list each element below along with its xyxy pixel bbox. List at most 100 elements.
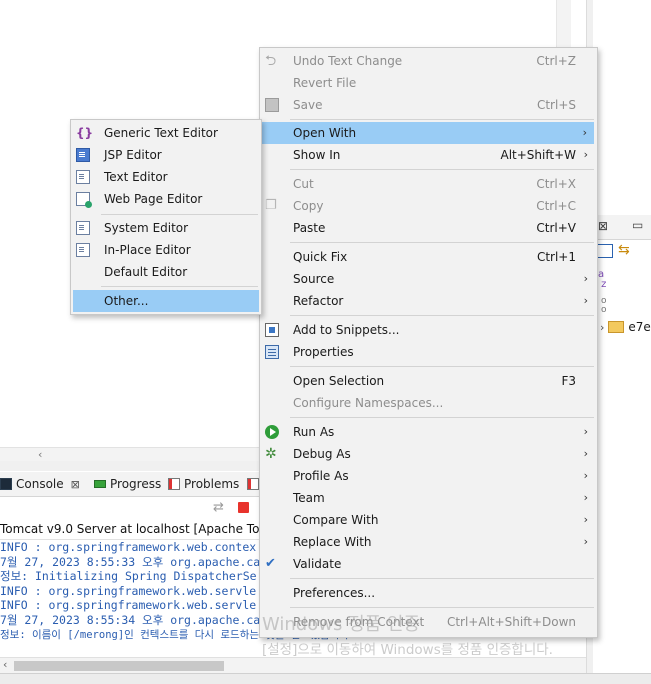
save-icon: [265, 98, 279, 112]
menu-separator: [290, 417, 594, 418]
tree-item[interactable]: › e7e: [600, 320, 651, 334]
checkmark-icon: ✔: [265, 556, 276, 571]
submenu-arrow-icon: ›: [583, 513, 588, 526]
tab-console[interactable]: Console ⊠: [0, 472, 80, 496]
generic-editor-icon: {}: [76, 126, 94, 140]
menu-item-compare-with[interactable]: Compare With ›: [260, 509, 597, 531]
menu-item-configure-namespaces[interactable]: Configure Namespaces...: [260, 392, 597, 414]
submenu-arrow-icon: ›: [583, 491, 588, 504]
undo-icon: ⮌: [265, 53, 277, 69]
menu-separator: [290, 607, 594, 608]
console-line: 7월 27, 2023 8:55:34 오후 org.apache.cat: [0, 612, 268, 627]
submenu-item-system-editor[interactable]: System Editor: [71, 217, 261, 239]
more-views-icon: [247, 478, 259, 490]
menu-item-run-as[interactable]: Run As ›: [260, 421, 597, 443]
menu-separator: [290, 242, 594, 243]
link-icon[interactable]: ⇄: [213, 500, 224, 515]
tab-progress-label: Progress: [110, 477, 162, 491]
chevron-right-icon[interactable]: ›: [600, 321, 604, 334]
menu-item-save[interactable]: Save Ctrl+S: [260, 94, 597, 116]
outline-tab-bar: ⊠ ▭: [592, 215, 651, 240]
minimize-icon[interactable]: ▭: [632, 218, 643, 232]
menu-item-properties[interactable]: Properties: [260, 341, 597, 363]
menu-item-open-with[interactable]: Open With ›: [262, 122, 594, 144]
console-horizontal-scrollbar[interactable]: ‹: [0, 657, 586, 674]
menu-item-open-selection[interactable]: Open Selection F3: [260, 370, 597, 392]
link-with-editor-icon[interactable]: ⇆: [618, 242, 630, 258]
menu-item-refactor[interactable]: Refactor ›: [260, 290, 597, 312]
tab-progress[interactable]: Progress: [94, 472, 161, 496]
menu-item-source[interactable]: Source ›: [260, 268, 597, 290]
tab-more[interactable]: [247, 472, 259, 496]
console-line: INFO : org.springframework.web.contex: [0, 540, 257, 554]
submenu-item-text-editor[interactable]: Text Editor: [71, 166, 261, 188]
jsp-file-icon: [76, 148, 90, 162]
progress-icon: [94, 480, 106, 488]
menu-item-team[interactable]: Team ›: [260, 487, 597, 509]
menu-item-paste[interactable]: Paste Ctrl+V: [260, 217, 597, 239]
copy-icon: ❐: [265, 198, 277, 213]
open-with-submenu: {} Generic Text Editor JSP Editor Text E…: [70, 119, 262, 315]
menu-item-validate[interactable]: ✔ Validate: [260, 553, 597, 575]
console-line: INFO : org.springframework.web.servle: [0, 583, 257, 598]
submenu-item-jsp-editor[interactable]: JSP Editor: [71, 144, 261, 166]
tab-problems[interactable]: Problems: [168, 472, 239, 496]
console-line: INFO : org.springframework.web.servle: [0, 598, 257, 613]
in-place-editor-icon: [76, 243, 90, 257]
filter-icon[interactable]: oo: [601, 297, 607, 315]
run-icon: [265, 425, 279, 439]
menu-item-profile-as[interactable]: Profile As ›: [260, 465, 597, 487]
menu-item-quick-fix[interactable]: Quick Fix Ctrl+1: [260, 246, 597, 268]
status-bar: [0, 673, 651, 684]
watermark-subtitle: [설정]으로 이동하여 Windows를 정품 인증합니다.: [262, 642, 553, 658]
menu-item-cut[interactable]: Cut Ctrl+X: [260, 173, 597, 195]
system-editor-icon: [76, 221, 90, 235]
menu-separator: [290, 315, 594, 316]
stop-icon[interactable]: [238, 502, 249, 513]
console-line: 정보: 이름이 [/merong]인 컨텍스트를 다시 로드하는 것을 완료했습…: [0, 628, 349, 641]
submenu-item-default-editor[interactable]: Default Editor: [71, 261, 261, 283]
collapse-all-icon[interactable]: [597, 244, 613, 258]
submenu-item-in-place-editor[interactable]: In-Place Editor: [71, 239, 261, 261]
close-icon[interactable]: ⊠: [71, 478, 80, 491]
submenu-arrow-icon: ›: [583, 535, 588, 548]
menu-separator: [290, 169, 594, 170]
menu-separator: [290, 119, 594, 120]
menu-separator: [290, 578, 594, 579]
submenu-arrow-icon: ›: [583, 469, 588, 482]
console-line: 7월 27, 2023 8:55:33 오후 org.apache.cat: [0, 554, 268, 569]
web-page-icon: [76, 192, 92, 208]
submenu-arrow-icon: ›: [582, 126, 587, 139]
submenu-item-web-page-editor[interactable]: Web Page Editor: [71, 188, 261, 210]
menu-item-show-in[interactable]: Show In Alt+Shift+W ›: [260, 144, 597, 166]
submenu-arrow-icon: ›: [583, 294, 588, 307]
menu-item-add-to-snippets[interactable]: Add to Snippets...: [260, 319, 597, 341]
submenu-arrow-icon: ›: [583, 425, 588, 438]
menu-item-debug-as[interactable]: ✲ Debug As ›: [260, 443, 597, 465]
scroll-left-icon[interactable]: ‹: [38, 448, 42, 461]
sort-az-icon[interactable]: a z: [598, 270, 606, 290]
tab-problems-label: Problems: [184, 477, 240, 491]
folder-icon: [608, 321, 625, 333]
close-icon[interactable]: ⊠: [598, 219, 608, 233]
snippets-icon: [265, 323, 279, 337]
menu-item-copy[interactable]: ❐ Copy Ctrl+C: [260, 195, 597, 217]
debug-bug-icon: ✲: [265, 446, 277, 462]
scrollbar-thumb[interactable]: [14, 661, 224, 671]
submenu-arrow-icon: ›: [583, 148, 588, 161]
menu-separator: [101, 286, 258, 287]
submenu-item-generic-text-editor[interactable]: {} Generic Text Editor: [71, 122, 261, 144]
submenu-item-other[interactable]: Other...: [73, 290, 259, 312]
console-output: INFO : org.springframework.web.contex 7월…: [0, 540, 349, 642]
menu-item-remove-from-context[interactable]: Remove from Context Ctrl+Alt+Shift+Down: [260, 611, 597, 633]
menu-item-preferences[interactable]: Preferences...: [260, 582, 597, 604]
menu-item-replace-with[interactable]: Replace With ›: [260, 531, 597, 553]
menu-item-revert-file[interactable]: Revert File: [260, 72, 597, 94]
menu-separator: [101, 214, 258, 215]
submenu-arrow-icon: ›: [583, 272, 588, 285]
menu-item-undo-text-change[interactable]: ⮌ Undo Text Change Ctrl+Z: [260, 50, 597, 72]
context-menu: ⮌ Undo Text Change Ctrl+Z Revert File Sa…: [259, 47, 598, 638]
text-file-icon: [76, 170, 90, 184]
console-line: 정보: Initializing Spring DispatcherSe: [0, 569, 257, 584]
scroll-left-icon[interactable]: ‹: [3, 658, 7, 671]
